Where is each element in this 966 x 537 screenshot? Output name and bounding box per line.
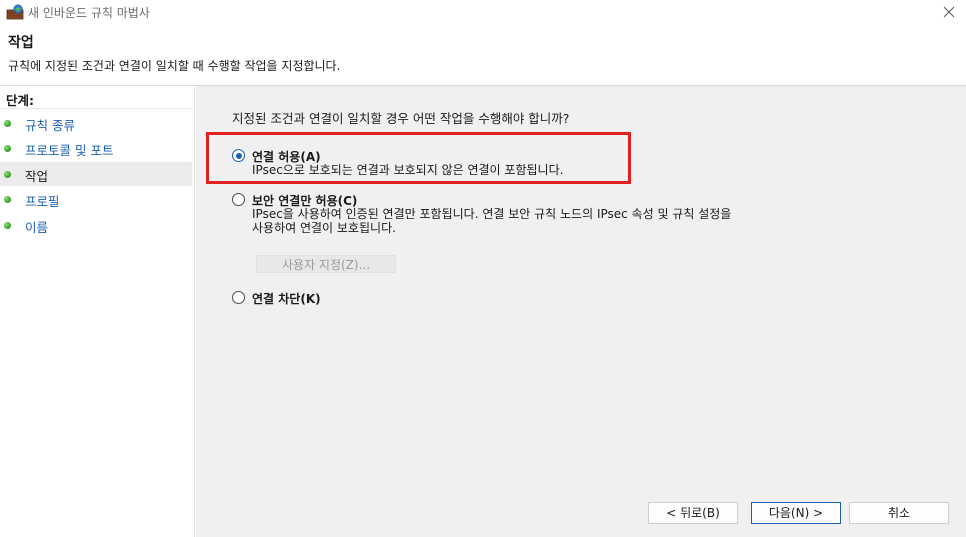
radio-allow-secure[interactable] — [232, 193, 245, 206]
option-description: IPsec을 사용하여 인증된 연결만 포함됩니다. 연결 보안 규칙 노드의 … — [252, 207, 732, 221]
option-description-2: 사용하여 연결이 보호됩니다. — [252, 221, 396, 235]
close-button[interactable] — [938, 2, 960, 22]
option-description: IPsec으로 보호되는 연결과 보호되지 않은 연결이 포함됩니다. — [252, 163, 564, 177]
step-dot-icon — [4, 196, 11, 203]
step-label: 프로필 — [25, 194, 60, 209]
step-label: 프로토콜 및 포트 — [25, 143, 114, 158]
radio-allow[interactable] — [232, 149, 245, 162]
wizard-header: 작업 규칙에 지정된 조건과 연결이 일치할 때 수행할 작업을 지정합니다. — [0, 24, 966, 85]
firewall-icon — [6, 4, 24, 20]
back-button[interactable]: < 뒤로(B) — [648, 502, 738, 524]
window-title: 새 인바운드 규칙 마법사 — [28, 6, 150, 20]
step-label: 이름 — [25, 220, 49, 235]
step-rule-type[interactable]: 규칙 종류 — [0, 111, 192, 135]
steps-label: 단계: — [6, 93, 34, 108]
title-bar: 새 인바운드 규칙 마법사 — [0, 0, 966, 24]
page-description: 규칙에 지정된 조건과 연결이 일치할 때 수행할 작업을 지정합니다. — [8, 59, 341, 73]
close-icon — [943, 6, 955, 18]
step-dot-icon — [4, 222, 11, 229]
step-label: 작업 — [25, 169, 49, 184]
step-name[interactable]: 이름 — [0, 213, 192, 237]
cancel-button[interactable]: 취소 — [849, 502, 949, 524]
main-panel: 지정된 조건과 연결이 일치할 경우 어떤 작업을 수행해야 합니까? 연결 허… — [196, 86, 966, 537]
option-label: 연결 차단(K) — [252, 292, 321, 306]
step-dot-icon — [4, 120, 11, 127]
step-profile[interactable]: 프로필 — [0, 187, 192, 211]
step-label: 규칙 종류 — [25, 118, 75, 133]
step-action[interactable]: 작업 — [0, 162, 192, 186]
action-question: 지정된 조건과 연결이 일치할 경우 어떤 작업을 수행해야 합니까? — [232, 111, 570, 126]
step-dot-icon — [4, 145, 11, 152]
customize-button[interactable]: 사용자 지정(Z)... — [256, 255, 396, 273]
step-dot-icon — [4, 171, 11, 178]
page-title: 작업 — [8, 35, 34, 51]
steps-divider — [0, 108, 192, 109]
radio-block[interactable] — [232, 291, 245, 304]
step-protocol-port[interactable]: 프로토콜 및 포트 — [0, 136, 192, 160]
next-button[interactable]: 다음(N) > — [751, 502, 841, 524]
steps-sidebar: 단계: 규칙 종류 프로토콜 및 포트 작업 프로필 이름 — [0, 86, 195, 537]
